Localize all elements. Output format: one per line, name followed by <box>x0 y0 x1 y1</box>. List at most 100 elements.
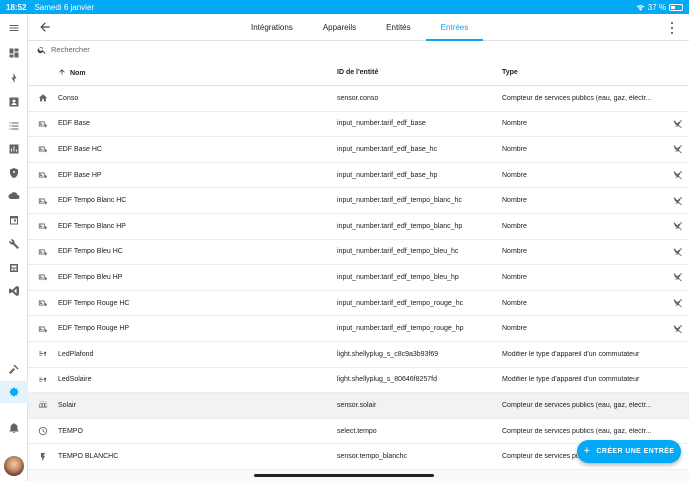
row-action-cell <box>667 272 689 282</box>
table-row[interactable]: EDF Tempo Bleu HP input_number.tarif_edf_… <box>28 265 689 291</box>
top-app-bar: Intégrations Appareils Entités Entrées <box>28 14 689 41</box>
create-helper-label: CRÉER UNE ENTRÉE <box>596 448 675 455</box>
row-name: EDF Tempo Bleu HC <box>58 248 123 256</box>
row-type: Nombre <box>502 325 527 333</box>
history-chart-icon[interactable] <box>0 138 28 160</box>
row-type: Modifier le type d'appareil d'un commuta… <box>502 350 640 358</box>
settings-gear-icon[interactable] <box>0 381 28 403</box>
row-entity-id: input_number.tarif_edf_tempo_bleu_hp <box>337 273 459 281</box>
row-icon-cell <box>28 272 58 282</box>
energy-icon[interactable] <box>0 67 28 89</box>
table-row[interactable]: LedSolaire light.shellyplug_s_80646f8257f… <box>28 368 689 394</box>
row-icon-cell <box>28 426 58 436</box>
switch-light-icon <box>39 351 47 356</box>
status-right: 37 % <box>636 3 683 12</box>
row-icon-cell <box>28 452 58 462</box>
row-action-cell <box>667 119 689 129</box>
table-row[interactable]: EDF Base input_number.tarif_edf_base Nombr… <box>28 112 689 138</box>
row-action-cell <box>667 170 689 180</box>
home-icon <box>38 94 48 102</box>
row-type: Compteur de services publics (eau, gaz, … <box>502 401 652 409</box>
row-entity-id: input_number.tarif_edf_tempo_blanc_hp <box>337 222 463 230</box>
back-arrow-icon[interactable] <box>38 20 52 34</box>
row-type: Nombre <box>502 273 527 281</box>
column-header-name[interactable]: Nom <box>58 68 337 77</box>
row-name: EDF Tempo Rouge HC <box>58 299 130 307</box>
row-name: EDF Base <box>58 120 90 128</box>
sort-ascending-icon <box>59 68 65 75</box>
row-name: EDF Tempo Rouge HP <box>58 325 130 333</box>
media-icon[interactable] <box>0 257 28 279</box>
ios-status-bar: 18:52 Samedi 6 janvier 37 % <box>0 0 689 14</box>
table-row[interactable]: EDF Tempo Blanc HC input_number.tarif_edf… <box>28 188 689 214</box>
row-icon-cell <box>28 375 58 385</box>
vscode-icon[interactable] <box>0 280 28 302</box>
tab-helpers[interactable]: Entrées <box>425 14 484 41</box>
row-entity-id: input_number.tarif_edf_tempo_rouge_hp <box>337 325 464 333</box>
row-name: Conso <box>58 94 79 102</box>
table-row[interactable]: EDF Base HC input_number.tarif_edf_base_h… <box>28 137 689 163</box>
row-action-cell <box>667 324 689 334</box>
row-action-cell <box>667 298 689 308</box>
row-name: EDF Tempo Blanc HC <box>58 197 127 205</box>
menu-icon[interactable] <box>0 17 28 39</box>
tab-devices[interactable]: Appareils <box>308 14 371 41</box>
row-entity-id: sensor.conso <box>337 94 379 102</box>
tab-integrations[interactable]: Intégrations <box>236 14 308 41</box>
row-type: Modifier le type d'appareil d'un commuta… <box>502 376 640 384</box>
row-name: LedPlafond <box>58 350 94 358</box>
shield-icon[interactable] <box>0 162 28 184</box>
pencil-off-icon <box>673 299 683 308</box>
table-body: Conso sensor.conso Compteur de services pu… <box>28 86 689 470</box>
user-avatar[interactable] <box>4 456 24 476</box>
sidebar <box>0 14 28 481</box>
dashboard-icon[interactable] <box>0 42 28 64</box>
table-row[interactable]: EDF Tempo Blanc HP input_number.tarif_edf… <box>28 214 689 240</box>
row-type: Nombre <box>502 248 527 256</box>
calendar-icon[interactable] <box>0 209 28 231</box>
flash-icon <box>40 452 46 461</box>
row-entity-id: input_number.tarif_edf_base_hc <box>337 145 438 153</box>
table-row[interactable]: Conso sensor.conso Compteur de services pu… <box>28 86 689 112</box>
hammer-icon[interactable] <box>0 358 28 380</box>
row-type: Nombre <box>502 299 527 307</box>
cloud-icon[interactable] <box>0 185 28 207</box>
row-icon-cell <box>28 144 58 154</box>
table-row[interactable]: Solair sensor.solair Compteur de services … <box>28 393 689 419</box>
solar-panel-icon <box>38 401 48 408</box>
input-number-icon <box>38 274 48 282</box>
row-type: Compteur de services publics (eau, gaz, … <box>502 94 652 102</box>
table-row[interactable]: EDF Tempo Bleu HC input_number.tarif_edf_… <box>28 240 689 266</box>
row-icon-cell <box>28 221 58 231</box>
person-card-icon[interactable] <box>0 91 28 113</box>
row-action-cell <box>667 221 689 231</box>
overflow-menu-icon[interactable] <box>671 22 675 34</box>
table-row[interactable]: LedPlafond light.shellyplug_s_c8c9a3b93f6… <box>28 342 689 368</box>
column-header-name-label: Nom <box>70 69 86 77</box>
logbook-icon[interactable] <box>0 115 28 137</box>
row-action-cell <box>667 144 689 154</box>
row-icon-cell <box>28 349 58 359</box>
pencil-off-icon <box>673 247 683 257</box>
row-icon-cell <box>28 196 58 206</box>
table-row[interactable]: EDF Tempo Rouge HP input_number.tarif_edf… <box>28 316 689 342</box>
table-row[interactable]: EDF Base HP input_number.tarif_edf_base_h… <box>28 163 689 189</box>
input-number-icon <box>38 326 48 333</box>
wrench-icon[interactable] <box>0 233 28 255</box>
row-icon-cell <box>28 324 58 334</box>
search-input[interactable] <box>51 42 351 57</box>
row-name: EDF Base HP <box>58 171 102 179</box>
tab-entities[interactable]: Entités <box>371 14 425 41</box>
row-entity-id: input_number.tarif_edf_tempo_bleu_hc <box>337 248 459 256</box>
column-header-entity-id[interactable]: ID de l'entité <box>337 69 502 76</box>
table-row[interactable]: EDF Tempo Rouge HC input_number.tarif_edf… <box>28 291 689 317</box>
row-name: EDF Tempo Bleu HP <box>58 273 123 281</box>
input-number-icon <box>38 121 48 128</box>
row-entity-id: input_number.tarif_edf_tempo_blanc_hc <box>337 197 462 205</box>
row-name: LedSolaire <box>58 376 92 384</box>
input-number-icon <box>38 146 48 154</box>
create-helper-button[interactable]: + CRÉER UNE ENTRÉE <box>577 440 681 463</box>
tabs: Intégrations Appareils Entités Entrées <box>236 14 483 41</box>
notifications-bell-icon[interactable] <box>0 417 28 439</box>
column-header-type[interactable]: Type <box>502 69 667 76</box>
